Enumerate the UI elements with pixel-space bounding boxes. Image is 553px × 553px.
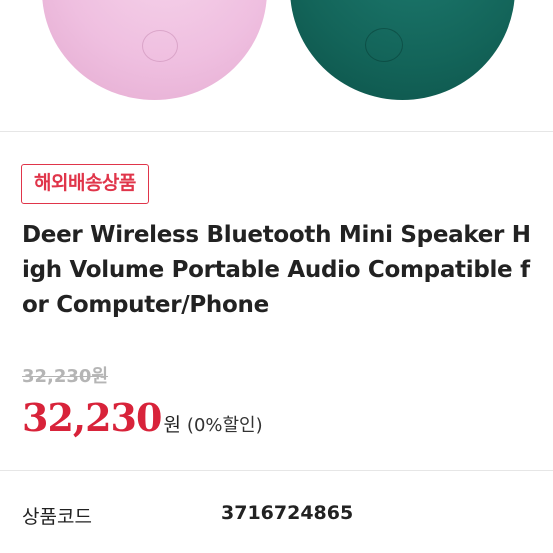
- section-divider: [0, 470, 553, 471]
- overseas-shipping-badge: 해외배송상품: [21, 164, 149, 204]
- sale-price-row: 32,230 원 (0%할인): [22, 395, 263, 440]
- speaker-button-detail: [142, 30, 178, 62]
- product-title: Deer Wireless Bluetooth Mini Speaker Hig…: [22, 222, 531, 318]
- speaker-button-detail: [365, 28, 403, 62]
- discount-rate: (0%할인): [186, 415, 263, 436]
- pink-speaker-image: [42, 0, 267, 100]
- product-code-value: 3716724865: [221, 502, 354, 524]
- product-image[interactable]: [0, 0, 553, 120]
- teal-speaker-image: [290, 0, 515, 100]
- sale-price-unit: 원: [163, 414, 181, 436]
- original-price: 32,230원: [22, 366, 109, 387]
- product-code-label: 상품코드: [22, 506, 92, 528]
- sale-price: 32,230: [22, 395, 162, 440]
- section-divider: [0, 131, 553, 132]
